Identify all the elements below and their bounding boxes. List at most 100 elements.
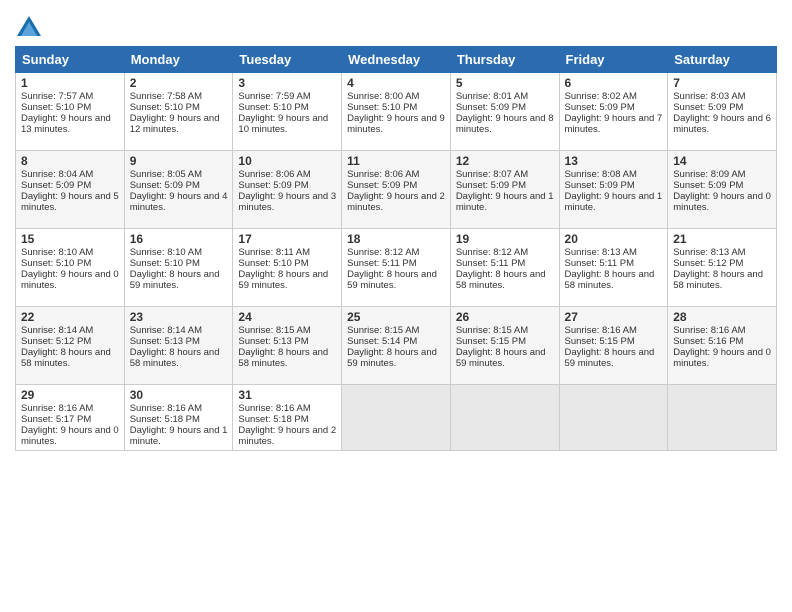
sunrise-label: Sunrise: 8:15 AM (456, 325, 528, 336)
sunrise-label: Sunrise: 8:15 AM (347, 325, 419, 336)
sunset-label: Sunset: 5:12 PM (673, 258, 743, 269)
calendar-cell: 23Sunrise: 8:14 AMSunset: 5:13 PMDayligh… (124, 307, 233, 385)
daylight-label: Daylight: 8 hours and 59 minutes. (565, 347, 655, 369)
daylight-label: Daylight: 9 hours and 1 minute. (130, 425, 228, 447)
daylight-label: Daylight: 9 hours and 1 minute. (565, 191, 663, 213)
daylight-label: Daylight: 9 hours and 1 minute. (456, 191, 554, 213)
sunset-label: Sunset: 5:09 PM (456, 102, 526, 113)
day-number: 25 (347, 310, 445, 324)
sunrise-label: Sunrise: 8:14 AM (21, 325, 93, 336)
sunrise-label: Sunrise: 8:12 AM (347, 247, 419, 258)
calendar-cell: 9Sunrise: 8:05 AMSunset: 5:09 PMDaylight… (124, 151, 233, 229)
sunset-label: Sunset: 5:13 PM (130, 336, 200, 347)
calendar-cell: 4Sunrise: 8:00 AMSunset: 5:10 PMDaylight… (342, 73, 451, 151)
calendar-day-header: Saturday (668, 47, 777, 73)
day-number: 28 (673, 310, 771, 324)
daylight-label: Daylight: 9 hours and 0 minutes. (21, 269, 119, 291)
calendar-cell: 1Sunrise: 7:57 AMSunset: 5:10 PMDaylight… (16, 73, 125, 151)
calendar-cell: 15Sunrise: 8:10 AMSunset: 5:10 PMDayligh… (16, 229, 125, 307)
calendar-cell: 17Sunrise: 8:11 AMSunset: 5:10 PMDayligh… (233, 229, 342, 307)
calendar-cell: 26Sunrise: 8:15 AMSunset: 5:15 PMDayligh… (450, 307, 559, 385)
day-number: 2 (130, 76, 228, 90)
logo-icon (15, 14, 43, 42)
calendar-cell: 24Sunrise: 8:15 AMSunset: 5:13 PMDayligh… (233, 307, 342, 385)
sunrise-label: Sunrise: 8:12 AM (456, 247, 528, 258)
sunset-label: Sunset: 5:11 PM (456, 258, 526, 269)
daylight-label: Daylight: 9 hours and 2 minutes. (238, 425, 336, 447)
day-number: 7 (673, 76, 771, 90)
calendar-cell: 19Sunrise: 8:12 AMSunset: 5:11 PMDayligh… (450, 229, 559, 307)
daylight-label: Daylight: 8 hours and 59 minutes. (238, 269, 328, 291)
sunrise-label: Sunrise: 8:08 AM (565, 169, 637, 180)
sunset-label: Sunset: 5:17 PM (21, 414, 91, 425)
sunrise-label: Sunrise: 8:16 AM (130, 403, 202, 414)
day-number: 8 (21, 154, 119, 168)
sunset-label: Sunset: 5:10 PM (238, 258, 308, 269)
calendar-cell: 16Sunrise: 8:10 AMSunset: 5:10 PMDayligh… (124, 229, 233, 307)
sunrise-label: Sunrise: 8:15 AM (238, 325, 310, 336)
daylight-label: Daylight: 9 hours and 0 minutes. (673, 191, 771, 213)
sunset-label: Sunset: 5:09 PM (565, 180, 635, 191)
sunset-label: Sunset: 5:15 PM (456, 336, 526, 347)
sunset-label: Sunset: 5:10 PM (347, 102, 417, 113)
sunset-label: Sunset: 5:10 PM (21, 258, 91, 269)
daylight-label: Daylight: 9 hours and 9 minutes. (347, 113, 445, 135)
sunset-label: Sunset: 5:10 PM (238, 102, 308, 113)
calendar-cell: 25Sunrise: 8:15 AMSunset: 5:14 PMDayligh… (342, 307, 451, 385)
sunrise-label: Sunrise: 8:02 AM (565, 91, 637, 102)
day-number: 29 (21, 388, 119, 402)
sunrise-label: Sunrise: 8:00 AM (347, 91, 419, 102)
daylight-label: Daylight: 8 hours and 58 minutes. (130, 347, 220, 369)
calendar-cell: 27Sunrise: 8:16 AMSunset: 5:15 PMDayligh… (559, 307, 668, 385)
sunset-label: Sunset: 5:09 PM (238, 180, 308, 191)
header (15, 10, 777, 42)
daylight-label: Daylight: 9 hours and 2 minutes. (347, 191, 445, 213)
day-number: 4 (347, 76, 445, 90)
daylight-label: Daylight: 9 hours and 7 minutes. (565, 113, 663, 135)
sunrise-label: Sunrise: 7:57 AM (21, 91, 93, 102)
day-number: 19 (456, 232, 554, 246)
logo (15, 14, 47, 42)
calendar-cell (342, 385, 451, 451)
daylight-label: Daylight: 8 hours and 59 minutes. (130, 269, 220, 291)
calendar-cell: 14Sunrise: 8:09 AMSunset: 5:09 PMDayligh… (668, 151, 777, 229)
day-number: 13 (565, 154, 663, 168)
day-number: 10 (238, 154, 336, 168)
sunset-label: Sunset: 5:09 PM (21, 180, 91, 191)
sunset-label: Sunset: 5:09 PM (130, 180, 200, 191)
calendar-cell: 18Sunrise: 8:12 AMSunset: 5:11 PMDayligh… (342, 229, 451, 307)
sunrise-label: Sunrise: 8:13 AM (565, 247, 637, 258)
daylight-label: Daylight: 9 hours and 10 minutes. (238, 113, 328, 135)
sunset-label: Sunset: 5:12 PM (21, 336, 91, 347)
daylight-label: Daylight: 8 hours and 58 minutes. (565, 269, 655, 291)
calendar-day-header: Friday (559, 47, 668, 73)
calendar-cell: 22Sunrise: 8:14 AMSunset: 5:12 PMDayligh… (16, 307, 125, 385)
calendar-day-header: Sunday (16, 47, 125, 73)
day-number: 30 (130, 388, 228, 402)
calendar-cell: 12Sunrise: 8:07 AMSunset: 5:09 PMDayligh… (450, 151, 559, 229)
day-number: 14 (673, 154, 771, 168)
sunset-label: Sunset: 5:11 PM (347, 258, 417, 269)
day-number: 17 (238, 232, 336, 246)
day-number: 11 (347, 154, 445, 168)
sunrise-label: Sunrise: 8:05 AM (130, 169, 202, 180)
calendar-day-header: Thursday (450, 47, 559, 73)
daylight-label: Daylight: 8 hours and 59 minutes. (456, 347, 546, 369)
calendar-cell: 3Sunrise: 7:59 AMSunset: 5:10 PMDaylight… (233, 73, 342, 151)
day-number: 9 (130, 154, 228, 168)
day-number: 6 (565, 76, 663, 90)
sunset-label: Sunset: 5:09 PM (565, 102, 635, 113)
sunset-label: Sunset: 5:11 PM (565, 258, 635, 269)
sunset-label: Sunset: 5:09 PM (456, 180, 526, 191)
calendar-day-header: Tuesday (233, 47, 342, 73)
day-number: 27 (565, 310, 663, 324)
sunset-label: Sunset: 5:18 PM (130, 414, 200, 425)
sunrise-label: Sunrise: 8:03 AM (673, 91, 745, 102)
sunset-label: Sunset: 5:10 PM (130, 102, 200, 113)
daylight-label: Daylight: 9 hours and 13 minutes. (21, 113, 111, 135)
day-number: 23 (130, 310, 228, 324)
sunrise-label: Sunrise: 8:09 AM (673, 169, 745, 180)
sunrise-label: Sunrise: 8:06 AM (347, 169, 419, 180)
day-number: 21 (673, 232, 771, 246)
day-number: 18 (347, 232, 445, 246)
